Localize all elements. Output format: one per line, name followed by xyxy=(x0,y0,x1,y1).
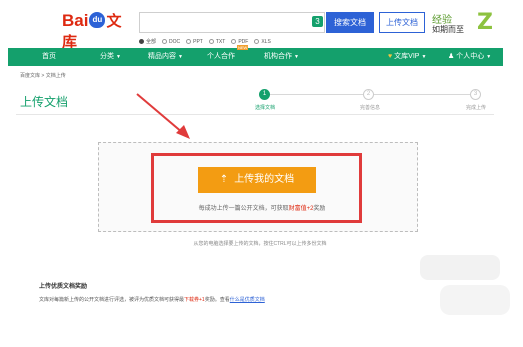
nav-item-org-cooperation[interactable]: 机构合作 ▼ xyxy=(264,48,299,66)
reward-section-heading: 上传优质文档奖励 xyxy=(39,284,88,290)
logo-text-du: du xyxy=(92,15,103,24)
main-nav: 首页 分类 ▼ 精品内容 ▼ 个人合作 NEW 机构合作 ▼ ♥ 文库VIP ▼ ♟ 个人中心… xyxy=(8,45,503,66)
filetype-option[interactable]: PPT xyxy=(186,38,203,45)
caret-down-icon: ▼ xyxy=(178,54,183,60)
page-title: 上传文档 xyxy=(20,95,69,109)
nav-item-personal-cooperation[interactable]: 个人合作 NEW xyxy=(207,45,249,66)
step-2-dot: 2 xyxy=(363,89,374,100)
filetype-option[interactable]: 全部 xyxy=(139,38,156,45)
nav-item-category[interactable]: 分类 ▼ xyxy=(100,48,121,66)
step-connector xyxy=(270,94,370,95)
divider xyxy=(16,114,494,115)
blurred-area xyxy=(420,255,500,280)
nav-item-premium[interactable]: 精品内容 ▼ xyxy=(148,48,183,66)
upload-reward-tip: 每成功上传一篇公开文档，可获取财富值+2奖励 xyxy=(198,206,326,212)
reward-section-text: 文库对每篇新上传的公开文档进行评选，被评为优质文档可获得最下载券+1奖励。查看什… xyxy=(39,297,265,303)
radio-icon xyxy=(231,39,237,44)
upload-arrow-icon: ⇡ xyxy=(219,174,229,185)
filetype-option[interactable]: PDF xyxy=(231,38,248,45)
filetype-option[interactable]: XLS xyxy=(254,38,271,45)
caret-down-icon: ▼ xyxy=(421,54,427,60)
caret-down-icon: ▼ xyxy=(486,54,492,60)
logo-text-bai: Bai xyxy=(62,11,89,30)
quality-doc-link[interactable]: 什么是优质文档 xyxy=(230,297,265,303)
new-badge: NEW xyxy=(237,45,249,50)
radio-icon xyxy=(139,39,144,44)
filetype-option[interactable]: TXT xyxy=(208,38,225,45)
heart-icon: ♥ xyxy=(388,53,393,60)
filetype-option[interactable]: DOC xyxy=(162,38,180,45)
upload-document-button[interactable]: 上传文档 xyxy=(379,12,425,33)
radio-icon xyxy=(254,39,260,44)
search-button[interactable]: 搜索文档 xyxy=(326,12,374,33)
upload-my-document-button[interactable]: ⇡ 上传我的文档 xyxy=(198,167,316,193)
search-count-badge: 3 xyxy=(312,16,323,27)
nav-item-user-center[interactable]: ♟ 个人中心 ▼ xyxy=(448,48,491,66)
step-3-dot: 3 xyxy=(470,89,481,100)
user-icon: ♟ xyxy=(448,53,455,60)
step-1-label: 选择文档 xyxy=(255,105,276,111)
radio-icon xyxy=(208,39,214,44)
baidu-wenku-logo[interactable]: Bai du 文库 xyxy=(62,10,132,51)
step-connector xyxy=(370,94,473,95)
caret-down-icon: ▼ xyxy=(116,54,121,60)
search-input[interactable] xyxy=(139,12,325,33)
caret-down-icon: ▼ xyxy=(294,54,299,60)
multi-upload-tip: 从您的电脑选择要上传的文档，按住CTRL可以上传多份文档 xyxy=(193,241,327,247)
step-2-label: 完善信息 xyxy=(360,105,381,111)
blurred-area xyxy=(440,285,510,315)
campaign-banner[interactable]: 经验 如期而至 Z xyxy=(430,11,502,37)
paw-icon: du xyxy=(89,12,106,28)
step-3-label: 完成上传 xyxy=(466,105,487,111)
page: Bai du 文库 3 搜索文档 上传文档 经验 如期而至 Z 全部 DOC PPT… xyxy=(0,0,523,347)
campaign-line2: 如期而至 xyxy=(432,25,464,34)
nav-item-home[interactable]: 首页 xyxy=(42,48,56,66)
step-1-dot: 1 xyxy=(259,89,270,100)
breadcrumb: 百度文库 > 文档上传 xyxy=(20,73,66,79)
campaign-logo-icon: Z xyxy=(477,10,493,35)
nav-item-vip[interactable]: ♥ 文库VIP ▼ xyxy=(388,48,426,66)
filetype-filter: 全部 DOC PPT TXT PDF XLS xyxy=(139,38,271,45)
arrow-head xyxy=(176,125,190,139)
radio-icon xyxy=(162,39,168,44)
radio-icon xyxy=(186,39,192,44)
